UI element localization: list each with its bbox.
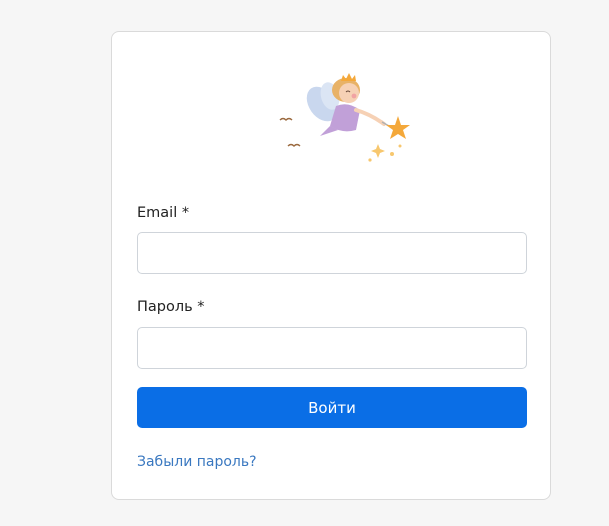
login-card: Email * Пароль * Войти Забыли пароль? (111, 31, 551, 500)
fairy-on-moon-icon (279, 58, 410, 167)
email-field[interactable] (137, 232, 527, 274)
email-label: Email * (137, 205, 190, 221)
password-label: Пароль * (137, 299, 205, 315)
login-button[interactable]: Войти (137, 387, 527, 428)
forgot-password-link[interactable]: Забыли пароль? (137, 453, 257, 471)
password-field[interactable] (137, 327, 527, 369)
